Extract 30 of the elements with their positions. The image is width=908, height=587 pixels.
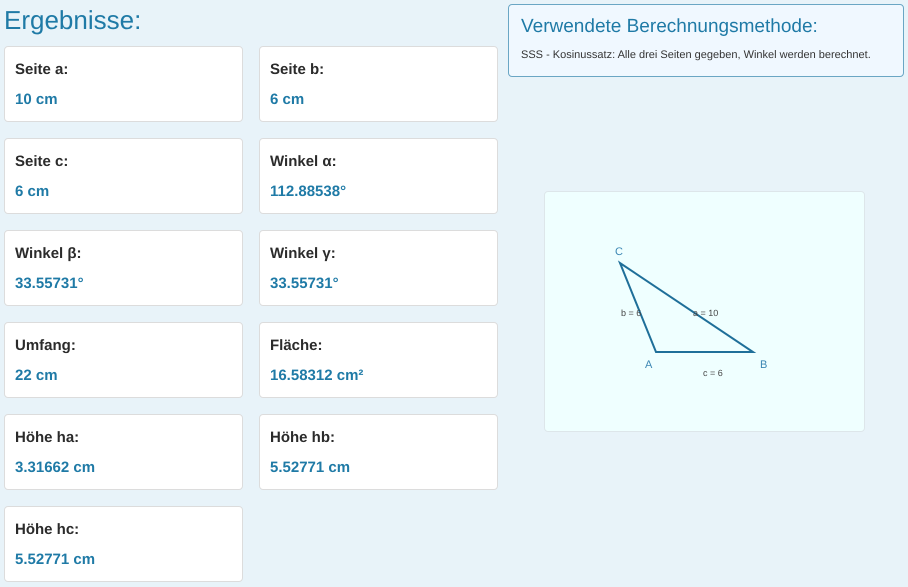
results-heading: Ergebnisse: [4,4,142,37]
result-label: Seite c: [15,152,68,172]
result-label: Winkel β: [15,244,82,264]
result-label: Höhe hc: [15,520,80,540]
vertex-label: C [614,246,622,258]
result-value: 33.55731° [15,274,84,294]
vertex-label: A [644,359,652,371]
result-value: 5.52771 cm [270,458,350,478]
result-label: Seite a: [15,60,68,80]
vertex-label: B [760,359,767,371]
result-label: Höhe hb: [270,428,335,448]
result-label: Seite b: [270,60,324,80]
result-value: 33.55731° [270,274,339,294]
result-label: Fläche: [270,336,323,356]
result-label: Umfang: [15,336,76,356]
result-label: Winkel γ: [270,244,336,264]
result-value: 10 cm [15,90,58,110]
method-description: SSS - Kosinussatz: Alle drei Seiten gegeben, Winkel werden berechnet. [521,48,871,63]
result-value: 5.52771 cm [15,550,96,570]
result-value: 6 cm [15,182,50,202]
side-label: c = 6 [702,368,722,378]
result-label: Winkel α: [270,152,337,172]
result-value: 22 cm [15,366,58,386]
result-value: 112.88538° [270,182,346,202]
result-label: Höhe ha: [15,428,80,448]
result-value: 6 cm [270,90,304,110]
side-label: a = 10 [692,308,718,318]
method-heading: Verwendete Berechnungsmethode: [521,15,818,39]
result-value: 16.58312 cm² [270,366,364,386]
result-value: 3.31662 cm [15,458,96,478]
